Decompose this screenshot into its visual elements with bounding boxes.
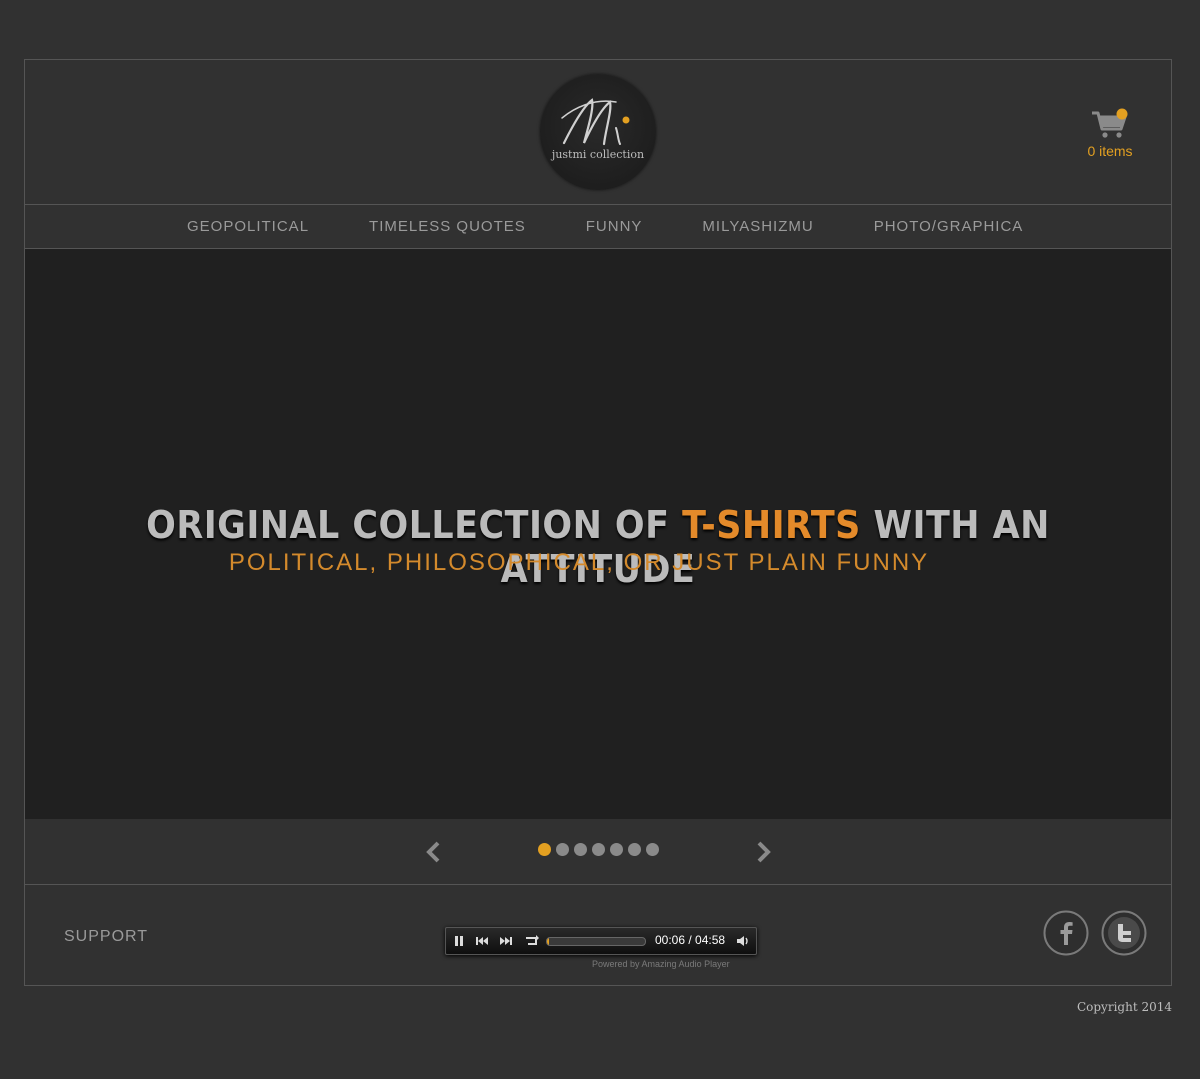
- volume-icon[interactable]: [735, 933, 751, 949]
- audio-player: 00:06 / 04:58: [445, 927, 757, 955]
- pause-icon[interactable]: [451, 933, 467, 949]
- slide-title-pre: ORIGINAL COLLECTION OF: [146, 503, 683, 547]
- nav-item-milyashizmu[interactable]: MILYASHIZMU: [702, 205, 813, 248]
- slider-dot[interactable]: [574, 843, 587, 856]
- slide-title: ORIGINAL COLLECTION OF T-SHIRTS WITH AN …: [71, 503, 1125, 591]
- facebook-button[interactable]: [1043, 910, 1089, 956]
- playback-progress-fill: [547, 938, 549, 945]
- main-nav: GEOPOLITICAL TIMELESS QUOTES FUNNY MILYA…: [25, 204, 1171, 249]
- cart-count: 0 items: [1087, 143, 1133, 159]
- support-link[interactable]: SUPPORT: [64, 928, 148, 946]
- playback-time: 00:06 / 04:58: [655, 933, 726, 947]
- nav-item-geopolitical[interactable]: GEOPOLITICAL: [187, 205, 309, 248]
- nav-item-timeless-quotes[interactable]: TIMELESS QUOTES: [369, 205, 526, 248]
- copyright: Copyright 2014: [1076, 1000, 1172, 1014]
- next-track-icon[interactable]: [498, 933, 514, 949]
- slider-controls: [25, 819, 1171, 885]
- slider-dot[interactable]: [556, 843, 569, 856]
- nav-item-funny[interactable]: FUNNY: [586, 205, 643, 248]
- previous-track-icon[interactable]: [474, 933, 490, 949]
- chevron-left-icon[interactable]: [425, 840, 441, 864]
- loop-icon[interactable]: [524, 933, 540, 949]
- logo[interactable]: justmi collection: [540, 74, 656, 190]
- nav-item-photo-graphica[interactable]: PHOTO/GRAPHICA: [874, 205, 1024, 248]
- chevron-right-icon[interactable]: [756, 840, 772, 864]
- cart[interactable]: 0 items: [1085, 108, 1155, 168]
- slide-title-highlight: T-SHIRTS: [682, 503, 861, 547]
- page-frame: justmi collection 0 items GEOPOLITICAL T…: [24, 59, 1172, 986]
- twitter-icon: [1101, 910, 1147, 956]
- footer: SUPPORT 00:06 / 04:58 Powered by Amazing: [25, 885, 1171, 985]
- slider-dot[interactable]: [646, 843, 659, 856]
- slider-dot[interactable]: [610, 843, 623, 856]
- header: justmi collection 0 items: [25, 60, 1171, 205]
- slider-dot[interactable]: [592, 843, 605, 856]
- twitter-button[interactable]: [1101, 910, 1147, 956]
- slide-subtitle: POLITICAL, PHILOSOPHICAL, OR JUST PLAIN …: [228, 549, 930, 576]
- slider-dot[interactable]: [628, 843, 641, 856]
- slider-dot[interactable]: [538, 843, 551, 856]
- hero-slider: ORIGINAL COLLECTION OF T-SHIRTS WITH AN …: [25, 249, 1171, 819]
- logo-text: justmi collection: [551, 148, 645, 161]
- cart-icon: [1092, 108, 1128, 138]
- facebook-icon: [1043, 910, 1089, 956]
- slider-dots: [538, 843, 664, 856]
- powered-by: Powered by Amazing Audio Player: [592, 959, 730, 969]
- playback-progress[interactable]: [546, 937, 646, 946]
